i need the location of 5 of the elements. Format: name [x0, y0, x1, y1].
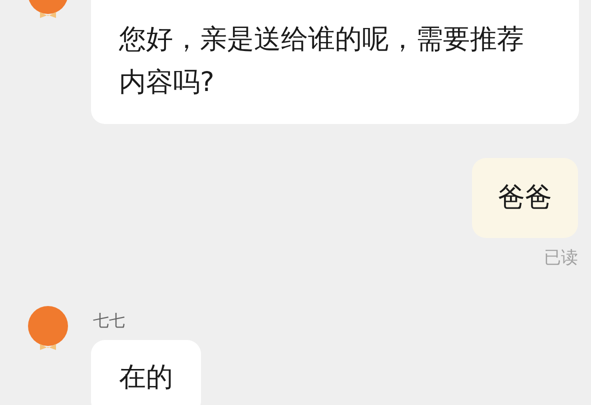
message-bubble: 在的 [91, 340, 201, 405]
sender-name: 七七 [93, 310, 125, 332]
read-status: 已读 [544, 247, 578, 270]
message-bubble: 您好，亲是送给谁的呢，需要推荐内容吗? [91, 0, 579, 124]
message-bubble: 爸爸 [472, 158, 578, 238]
